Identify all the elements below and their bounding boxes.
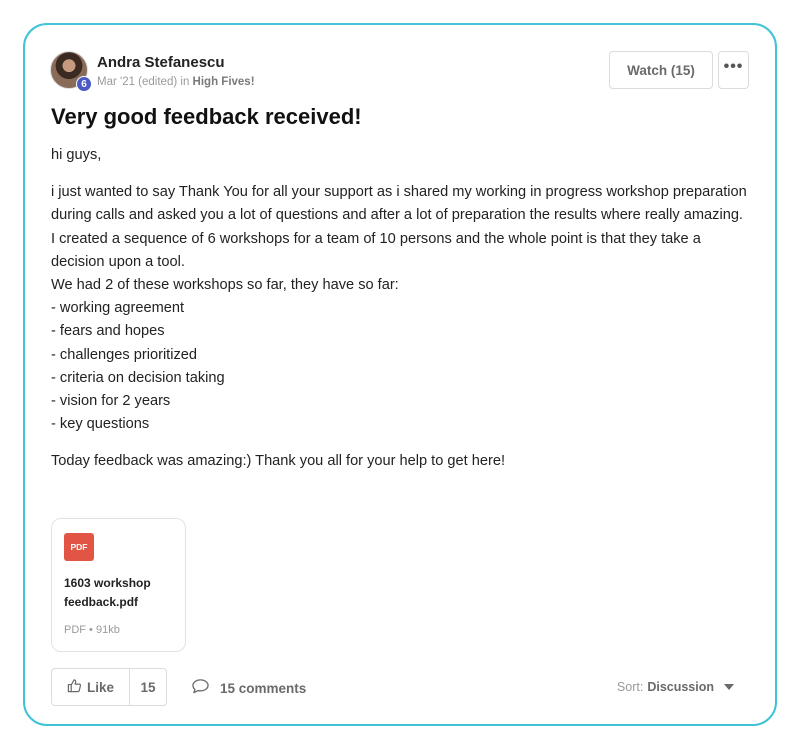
comments-link[interactable]: 15 comments (191, 678, 306, 698)
post-closing: Today feedback was amazing:) Thank you a… (51, 453, 506, 470)
body-line: - fears and hopes (51, 323, 165, 340)
like-label: Like (86, 679, 114, 695)
body-line: - challenges prioritized (51, 346, 198, 363)
sort-dropdown[interactable]: Sort: Discussion (617, 680, 734, 694)
author-name[interactable]: Andra Stefanescu (97, 54, 225, 71)
sort-value: Discussion (647, 680, 714, 694)
attachment-file-meta: PDF • 91kb (64, 624, 120, 636)
body-line: I created a sequence of 6 workshops for … (51, 230, 701, 270)
post-meta: Mar '21 (edited) in High Fives! (97, 76, 255, 88)
body-line: - key questions (51, 416, 150, 433)
thumbs-up-icon (67, 678, 82, 696)
post-greeting: hi guys, (51, 147, 102, 163)
comment-bubble-icon (191, 678, 210, 698)
body-line: - criteria on decision taking (51, 369, 225, 386)
rank-badge: 6 (76, 76, 92, 92)
comments-label: 15 comments (220, 680, 307, 696)
like-group: Like 15 (51, 668, 167, 706)
watch-button[interactable]: Watch (15) (609, 51, 713, 89)
chevron-down-icon (724, 684, 734, 690)
post-category-link[interactable]: High Fives! (193, 76, 255, 88)
body-line: We had 2 of these workshops so far, they… (51, 277, 399, 294)
post-in-label: in (180, 76, 190, 88)
body-line: - vision for 2 years (51, 393, 171, 410)
body-line: i just wanted to say Thank You for all y… (51, 184, 747, 224)
more-options-button[interactable]: ••• (718, 51, 749, 89)
post-title: Very good feedback received! (51, 104, 362, 129)
like-button[interactable]: Like (52, 669, 130, 705)
sort-label: Sort: (616, 680, 644, 694)
attachment-card[interactable]: PDF 1603 workshop feedback.pdf PDF • 91k… (51, 518, 186, 652)
pdf-icon: PDF (64, 533, 94, 561)
like-count[interactable]: 15 (130, 669, 166, 705)
post-body: hi guys, i just wanted to say Thank You … (51, 144, 751, 474)
attachment-file-name[interactable]: 1603 workshop feedback.pdf (64, 574, 179, 612)
post-date: Mar '21 (edited) (97, 76, 178, 88)
body-line: - working agreement (51, 300, 185, 317)
author-avatar-wrap[interactable]: 6 (50, 51, 92, 92)
